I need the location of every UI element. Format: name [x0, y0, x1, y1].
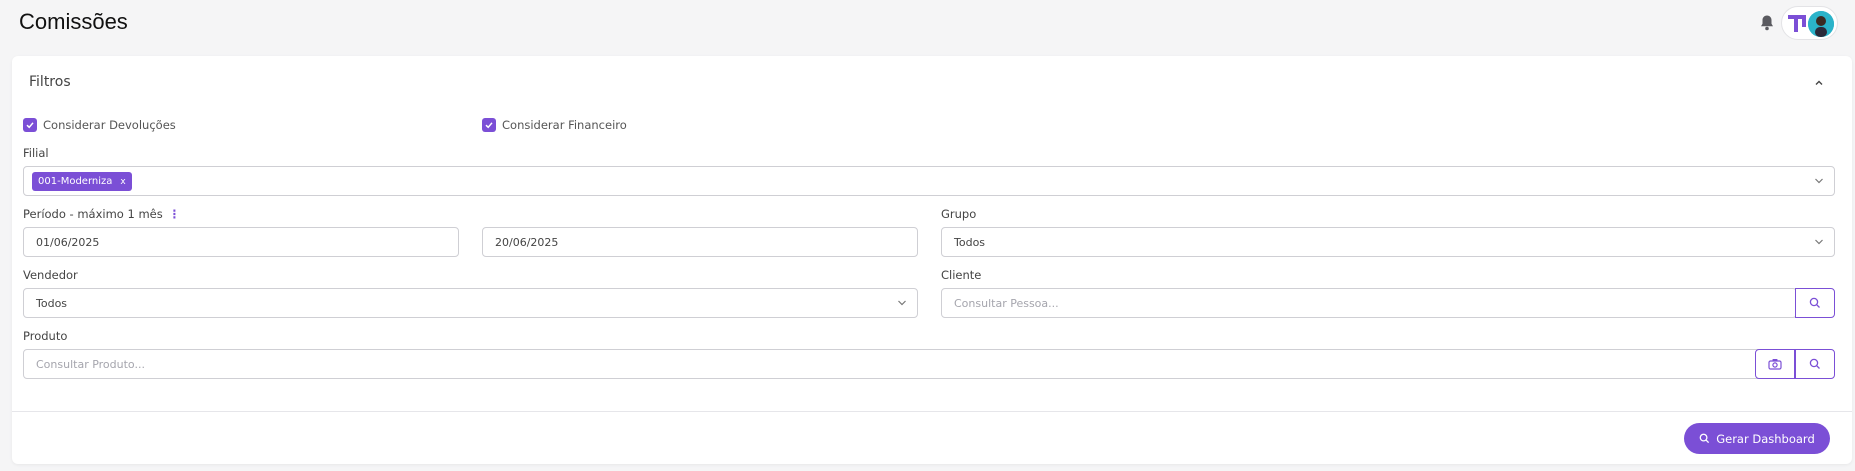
bell-icon[interactable]	[1759, 14, 1775, 32]
chip-label: 001-Moderniza	[38, 176, 113, 187]
chevron-up-icon[interactable]	[1814, 78, 1824, 88]
checkbox-checked-icon[interactable]	[23, 118, 37, 132]
checkbox-considerar-devolucoes[interactable]: Considerar Devoluções	[23, 118, 176, 132]
periodo-start-input[interactable]: 01/06/2025	[23, 227, 459, 257]
chip-remove-icon[interactable]: x	[120, 177, 125, 187]
user-avatar-icon	[1808, 11, 1834, 37]
produto-search-input[interactable]: Consultar Produto...	[23, 349, 1768, 379]
gerar-dashboard-button[interactable]: Gerar Dashboard	[1684, 423, 1830, 454]
chevron-down-icon	[1815, 239, 1823, 245]
filial-multiselect[interactable]: 001-Moderniza x	[23, 166, 1835, 196]
produto-camera-button[interactable]	[1755, 349, 1795, 379]
filial-label: Filial	[23, 146, 49, 160]
checkbox-considerar-financeiro[interactable]: Considerar Financeiro	[482, 118, 627, 132]
search-icon	[1809, 358, 1820, 369]
checkbox-label: Considerar Financeiro	[502, 118, 627, 132]
search-icon	[1809, 297, 1820, 308]
gerar-dashboard-label: Gerar Dashboard	[1716, 431, 1815, 446]
produto-search-button[interactable]	[1795, 349, 1835, 379]
page-title: Comissões	[19, 9, 128, 34]
grupo-label: Grupo	[941, 207, 977, 221]
chevron-down-icon	[1815, 178, 1823, 184]
cliente-label: Cliente	[941, 268, 982, 282]
vendedor-value: Todos	[36, 296, 68, 310]
user-menu[interactable]	[1781, 6, 1838, 40]
periodo-label-text: Período - máximo 1 mês	[23, 207, 163, 221]
filters-card: Filtros Considerar Devoluções Considerar…	[12, 56, 1852, 464]
avatar[interactable]	[1808, 11, 1834, 37]
vendedor-label: Vendedor	[23, 268, 78, 282]
periodo-end-input[interactable]: 20/06/2025	[482, 227, 918, 257]
grupo-value: Todos	[954, 235, 986, 249]
info-dots-icon[interactable]: ⋮	[169, 207, 181, 221]
periodo-label: Período - máximo 1 mês ⋮	[23, 207, 180, 221]
chevron-down-icon	[898, 300, 906, 306]
filters-title: Filtros	[29, 74, 71, 90]
filial-chip: 001-Moderniza x	[32, 172, 132, 191]
grupo-select[interactable]: Todos	[941, 227, 1835, 257]
top-bar: Comissões	[0, 0, 1855, 48]
camera-icon	[1768, 359, 1782, 370]
cliente-search-button[interactable]	[1795, 288, 1835, 318]
brand-logo-icon	[1788, 15, 1806, 32]
divider	[12, 411, 1852, 412]
cliente-search-input[interactable]: Consultar Pessoa...	[941, 288, 1797, 318]
search-icon	[1699, 433, 1710, 444]
checkbox-checked-icon[interactable]	[482, 118, 496, 132]
vendedor-select[interactable]: Todos	[23, 288, 918, 318]
checkbox-label: Considerar Devoluções	[43, 118, 176, 132]
produto-label: Produto	[23, 329, 68, 343]
